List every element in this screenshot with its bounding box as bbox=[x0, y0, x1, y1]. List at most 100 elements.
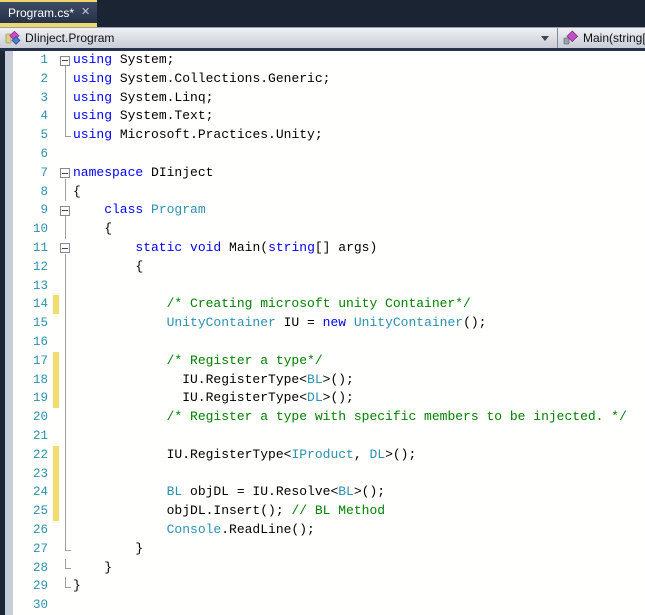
code-line[interactable]: 17 /* Register a type*/ bbox=[0, 351, 645, 371]
line-number[interactable]: 17 bbox=[13, 352, 53, 371]
line-number[interactable]: 13 bbox=[13, 277, 53, 296]
code-text[interactable]: namespace DIinject bbox=[73, 164, 213, 183]
code-line[interactable]: 5 using Microsoft.Practices.Unity; bbox=[0, 126, 645, 145]
code-text[interactable]: { bbox=[73, 183, 81, 202]
line-number[interactable]: 8 bbox=[13, 183, 53, 202]
code-line[interactable]: 7 namespace DIinject bbox=[0, 164, 645, 183]
code-text[interactable]: IU.RegisterType<BL>(); bbox=[73, 371, 354, 390]
code-text[interactable]: using System.Text; bbox=[73, 107, 213, 126]
code-text[interactable]: /* Register a type*/ bbox=[73, 352, 323, 371]
line-number[interactable]: 22 bbox=[13, 446, 53, 465]
line-number[interactable]: 12 bbox=[13, 258, 53, 277]
code-text[interactable]: /* Register a type with specific members… bbox=[73, 408, 627, 427]
token-type: UnityContainer bbox=[166, 315, 276, 331]
token-pln bbox=[143, 202, 151, 217]
line-number[interactable]: 21 bbox=[13, 427, 53, 446]
code-text[interactable]: Console.ReadLine(); bbox=[73, 521, 315, 540]
code-line[interactable]: 10 { bbox=[0, 220, 645, 239]
line-number[interactable]: 14 bbox=[13, 295, 53, 314]
code-line[interactable]: 9 class Program bbox=[0, 201, 645, 221]
line-number[interactable]: 1 bbox=[13, 51, 53, 70]
line-number[interactable]: 2 bbox=[13, 70, 53, 89]
code-line[interactable]: 6 bbox=[0, 145, 645, 164]
code-line[interactable]: 22 IU.RegisterType<IProduct, DL>(); bbox=[0, 445, 645, 465]
code-line[interactable]: 11 static void Main(string[] args) bbox=[0, 239, 645, 258]
code-line[interactable]: 19 IU.RegisterType<DL>(); bbox=[0, 389, 645, 409]
code-line[interactable]: 16 bbox=[0, 332, 645, 352]
line-number[interactable]: 3 bbox=[13, 89, 53, 108]
line-number[interactable]: 30 bbox=[13, 596, 53, 615]
code-line[interactable]: 24 BL objDL = IU.Resolve<BL>(); bbox=[0, 483, 645, 503]
type-dropdown[interactable]: DIinject.Program bbox=[0, 28, 558, 48]
code-line[interactable]: 25 objDL.Insert(); // BL Method bbox=[0, 502, 645, 521]
code-line[interactable]: 8{ bbox=[0, 182, 645, 202]
fold-line-marker bbox=[59, 107, 73, 127]
code-line[interactable]: 23 bbox=[0, 464, 645, 484]
code-text[interactable]: } bbox=[73, 540, 143, 559]
code-line[interactable]: 3 using System.Linq; bbox=[0, 88, 645, 108]
line-number[interactable]: 9 bbox=[13, 201, 53, 220]
code-text[interactable]: using System; bbox=[73, 51, 174, 70]
code-line[interactable]: 14 /* Creating microsoft unity Container*… bbox=[0, 295, 645, 315]
token-pln: , bbox=[353, 446, 370, 462]
code-line[interactable]: 28} bbox=[0, 558, 645, 578]
code-line[interactable]: 20 /* Register a type with specific membe… bbox=[0, 408, 645, 427]
line-number[interactable]: 23 bbox=[13, 465, 53, 484]
code-text[interactable]: BL objDL = IU.Resolve<BL>(); bbox=[73, 483, 385, 502]
code-text[interactable]: using System.Linq; bbox=[73, 89, 213, 108]
code-line[interactable]: 12 { bbox=[0, 257, 645, 277]
line-number[interactable]: 26 bbox=[13, 521, 53, 540]
chevron-down-icon[interactable] bbox=[541, 35, 549, 41]
line-number[interactable]: 6 bbox=[13, 145, 53, 164]
token-pln: } bbox=[135, 540, 144, 556]
line-number[interactable]: 7 bbox=[13, 164, 53, 183]
code-line[interactable]: 13 bbox=[0, 276, 645, 296]
line-number[interactable]: 24 bbox=[13, 483, 53, 502]
code-text[interactable]: class Program bbox=[73, 201, 205, 220]
code-line[interactable]: 29} bbox=[0, 577, 645, 596]
code-line[interactable]: 21 bbox=[0, 426, 645, 446]
code-text[interactable]: static void Main(string[] args) bbox=[73, 239, 377, 258]
code-line[interactable]: 2 using System.Collections.Generic; bbox=[0, 69, 645, 89]
close-icon[interactable]: ✕ bbox=[81, 7, 90, 18]
code-text[interactable]: } bbox=[73, 559, 112, 578]
code-line[interactable]: 27} bbox=[0, 539, 645, 559]
line-number[interactable]: 29 bbox=[13, 577, 53, 596]
code-text[interactable]: } bbox=[73, 577, 81, 596]
line-number[interactable]: 15 bbox=[13, 314, 53, 333]
line-number[interactable]: 5 bbox=[13, 126, 53, 145]
tab-program-cs[interactable]: Program.cs* ✕ bbox=[0, 0, 97, 23]
token-pln: } bbox=[73, 578, 81, 594]
code-text[interactable]: /* Creating microsoft unity Container*/ bbox=[73, 295, 471, 314]
code-text[interactable]: { bbox=[73, 220, 112, 239]
code-text[interactable]: IU.RegisterType<DL>(); bbox=[73, 389, 354, 408]
code-text[interactable]: { bbox=[73, 258, 143, 277]
code-text[interactable]: using System.Collections.Generic; bbox=[73, 70, 330, 89]
code-line[interactable]: 15 UnityContainer IU = new UnityContainer… bbox=[0, 314, 645, 333]
code-text[interactable]: objDL.Insert(); // BL Method bbox=[73, 502, 385, 521]
fold-box-marker[interactable] bbox=[59, 164, 73, 183]
member-dropdown[interactable]: Main(string[] bbox=[558, 28, 645, 48]
line-number[interactable]: 25 bbox=[13, 502, 53, 521]
line-number[interactable]: 28 bbox=[13, 559, 53, 578]
fold-margin bbox=[59, 596, 73, 615]
code-text[interactable]: UnityContainer IU = new UnityContainer()… bbox=[73, 314, 487, 333]
line-number[interactable]: 10 bbox=[13, 220, 53, 239]
code-line[interactable]: 30 bbox=[0, 596, 645, 615]
line-number[interactable]: 16 bbox=[13, 333, 53, 352]
fold-box-marker[interactable] bbox=[59, 51, 73, 70]
fold-box-marker[interactable] bbox=[59, 201, 73, 221]
code-line[interactable]: 26 Console.ReadLine(); bbox=[0, 520, 645, 540]
line-number[interactable]: 11 bbox=[13, 239, 53, 258]
code-line[interactable]: 4 using System.Text; bbox=[0, 107, 645, 127]
line-number[interactable]: 20 bbox=[13, 408, 53, 427]
line-number[interactable]: 19 bbox=[13, 389, 53, 408]
line-number[interactable]: 4 bbox=[13, 107, 53, 126]
code-line[interactable]: 1 using System; bbox=[0, 51, 645, 70]
fold-box-marker[interactable] bbox=[59, 239, 73, 258]
code-text[interactable]: using Microsoft.Practices.Unity; bbox=[73, 126, 323, 145]
line-number[interactable]: 27 bbox=[13, 540, 53, 559]
line-number[interactable]: 18 bbox=[13, 371, 53, 390]
code-line[interactable]: 18 IU.RegisterType<BL>(); bbox=[0, 370, 645, 390]
code-text[interactable]: IU.RegisterType<IProduct, DL>(); bbox=[73, 446, 417, 465]
